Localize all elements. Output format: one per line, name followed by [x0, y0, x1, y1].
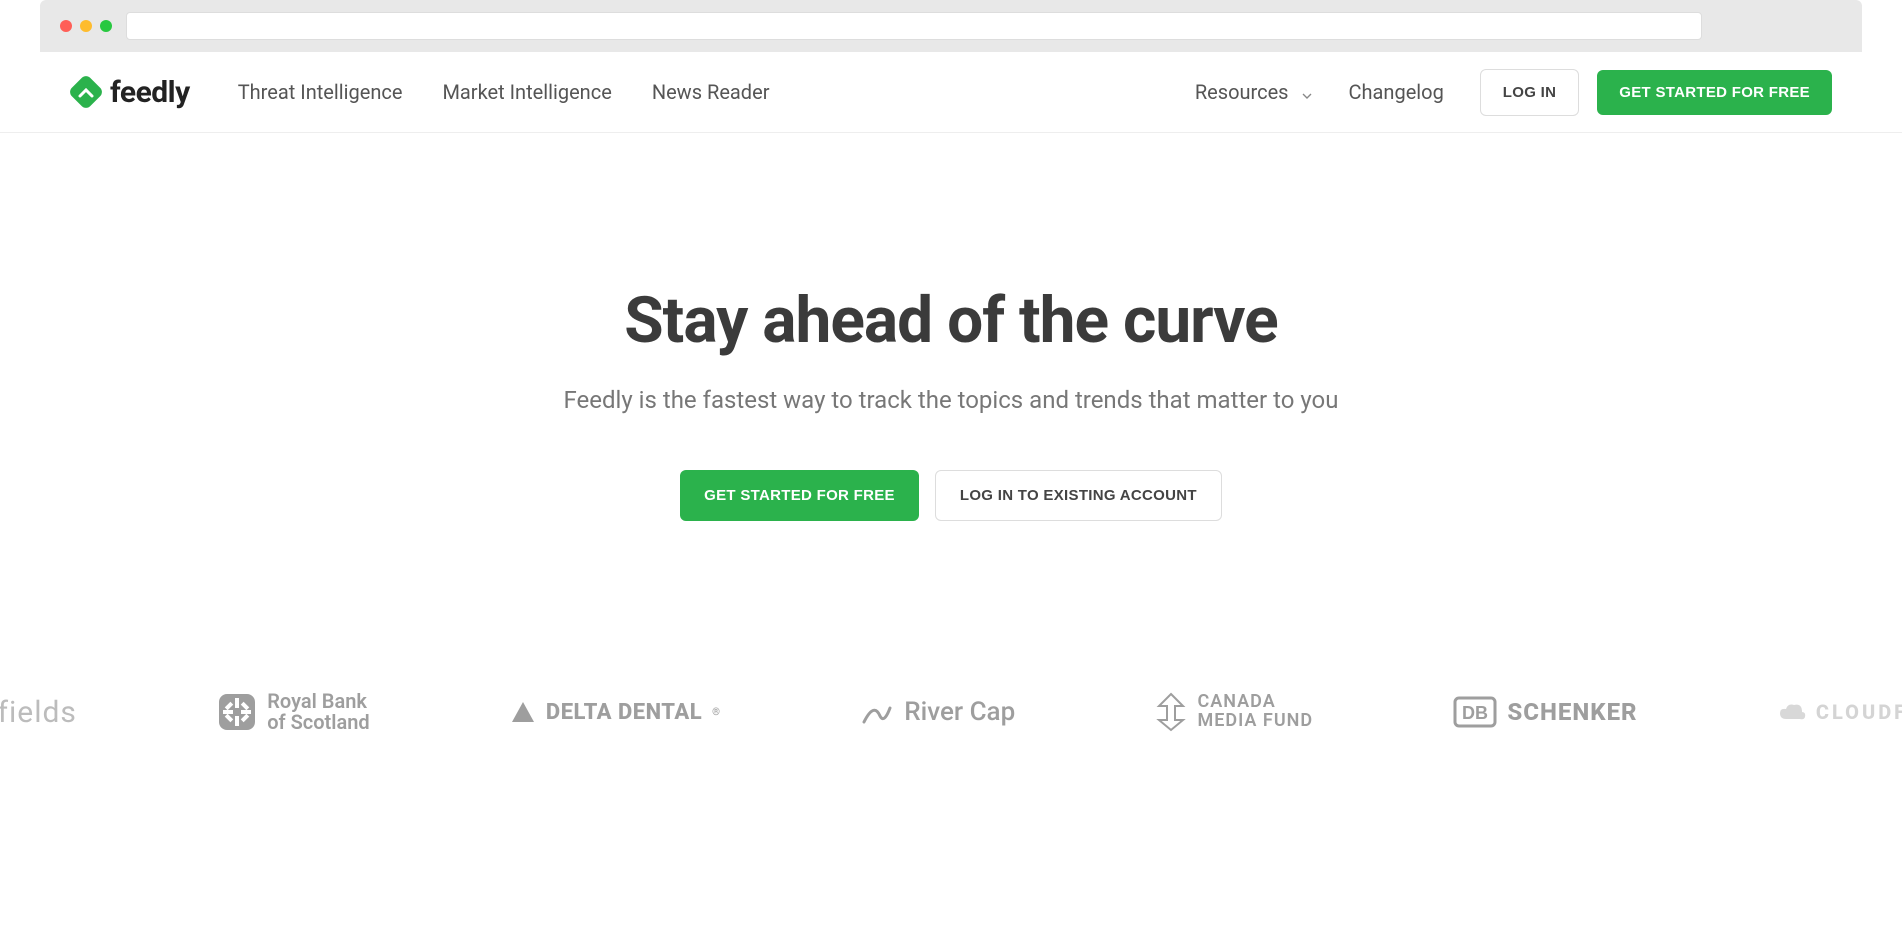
browser-chrome — [40, 0, 1862, 52]
rbs-line1: Royal Bank — [267, 691, 369, 712]
hero-login-button[interactable]: LOG IN TO EXISTING ACCOUNT — [935, 470, 1222, 521]
schenker-text: SCHENKER — [1507, 698, 1637, 726]
rbs-icon — [217, 692, 257, 732]
feedly-logo-icon — [70, 76, 102, 108]
rbs-line2: of Scotland — [267, 712, 369, 733]
chevron-down-icon — [1299, 85, 1313, 99]
cloud-icon — [1778, 703, 1806, 721]
nav-link-market-intelligence[interactable]: Market Intelligence — [442, 80, 611, 104]
nav-links: Threat Intelligence Market Intelligence … — [238, 80, 770, 104]
resources-label: Resources — [1195, 80, 1289, 104]
delta-icon — [510, 700, 536, 724]
minimize-window-icon[interactable] — [80, 20, 92, 32]
registered-mark-icon: ® — [712, 707, 720, 718]
client-logo-text: nfields — [0, 695, 77, 730]
logo-text: feedly — [110, 75, 190, 110]
maximize-window-icon[interactable] — [100, 20, 112, 32]
nav-link-changelog[interactable]: Changelog — [1349, 80, 1444, 104]
logo[interactable]: feedly — [70, 75, 190, 110]
window-controls — [60, 20, 112, 32]
nav-wrapper: feedly Threat Intelligence Market Intell… — [0, 52, 1902, 133]
url-bar[interactable] — [126, 12, 1702, 40]
nav-link-resources[interactable]: Resources — [1195, 80, 1313, 104]
client-logo-rbs: Royal Bank of Scotland — [217, 691, 369, 733]
nav-link-news-reader[interactable]: News Reader — [652, 80, 770, 104]
login-button[interactable]: LOG IN — [1480, 69, 1579, 116]
client-logo-partial-right: CLOUDFL — [1778, 700, 1902, 724]
delta-text: DELTA DENTAL — [546, 700, 702, 725]
hero: Stay ahead of the curve Feedly is the fa… — [0, 133, 1902, 521]
cmf-line2: MEDIA FUND — [1197, 712, 1313, 731]
hero-ctas: GET STARTED FOR FREE LOG IN TO EXISTING … — [40, 470, 1862, 521]
main-nav: feedly Threat Intelligence Market Intell… — [40, 52, 1862, 132]
nav-buttons: LOG IN GET STARTED FOR FREE — [1480, 69, 1832, 116]
svg-text:DB: DB — [1462, 703, 1488, 723]
client-logo-cmf: CANADA MEDIA FUND — [1155, 692, 1313, 732]
rivercap-text: River Cap — [904, 697, 1015, 727]
nav-right: Resources Changelog LOG IN GET STARTED F… — [1195, 69, 1832, 116]
client-logos: nfields Royal Bank of Scotland — [0, 691, 1902, 733]
hero-get-started-button[interactable]: GET STARTED FOR FREE — [680, 470, 919, 521]
db-icon: DB — [1453, 696, 1497, 728]
hero-title: Stay ahead of the curve — [40, 283, 1862, 358]
client-logo-delta-dental: DELTA DENTAL ® — [510, 700, 720, 725]
client-logo-db-schenker: DB SCHENKER — [1453, 696, 1637, 728]
close-window-icon[interactable] — [60, 20, 72, 32]
cloudfl-text: CLOUDFL — [1816, 700, 1902, 724]
nav-link-threat-intelligence[interactable]: Threat Intelligence — [238, 80, 403, 104]
hero-subtitle: Feedly is the fastest way to track the t… — [40, 386, 1862, 414]
client-logo-partial-left: nfields — [0, 695, 77, 730]
cmf-icon — [1155, 692, 1187, 732]
client-logo-rivercap: River Cap — [860, 697, 1015, 727]
get-started-button[interactable]: GET STARTED FOR FREE — [1597, 70, 1832, 115]
rivercap-icon — [860, 698, 894, 726]
